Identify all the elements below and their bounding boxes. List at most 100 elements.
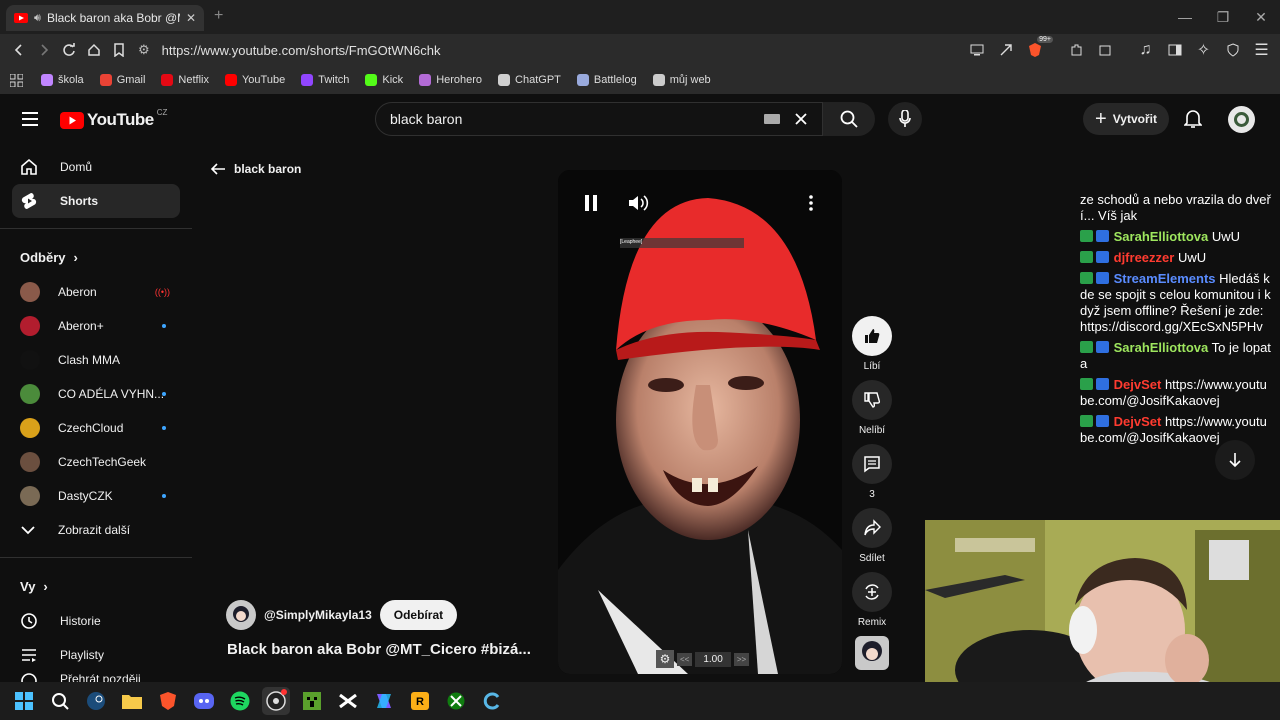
pause-icon[interactable] (584, 195, 598, 211)
hamburger-menu-icon[interactable] (22, 112, 38, 126)
chat-username[interactable]: SarahElliottova (1114, 340, 1209, 355)
sidebar-channel-item[interactable]: CzechTechGeek (0, 445, 192, 479)
extensions-icon[interactable] (1063, 38, 1088, 62)
brave-icon[interactable] (154, 687, 182, 715)
notifications-bell-icon[interactable] (1184, 109, 1202, 129)
brave-shield-icon[interactable]: 99+ (1022, 36, 1053, 62)
bookmark-item[interactable]: Netflix (161, 74, 209, 86)
file-explorer-icon[interactable] (118, 687, 146, 715)
url-field[interactable]: ⚙︎ https://www.youtube.com/shorts/FmGOtW… (138, 38, 978, 62)
obs-icon[interactable] (262, 687, 290, 715)
dislike-button[interactable]: Nelíbí (850, 380, 894, 436)
share-button[interactable]: Sdílet (850, 508, 894, 564)
restore-icon[interactable]: ❐ (1204, 0, 1242, 34)
subscribe-button[interactable]: Odebírat (379, 600, 458, 630)
bookmark-item[interactable]: ChatGPT (498, 74, 561, 86)
like-button[interactable]: Líbí (850, 316, 894, 372)
channel-name[interactable]: @SimplyMikayla13 (264, 608, 372, 622)
bookmark-item[interactable]: Twitch (301, 74, 349, 86)
sidebar-item-home[interactable]: Domů (0, 150, 192, 184)
volume-icon[interactable] (628, 194, 650, 212)
plus-icon: + (1095, 108, 1107, 130)
minecraft-icon[interactable] (298, 687, 326, 715)
bookmark-icon[interactable] (106, 38, 131, 62)
minimize-icon[interactable]: — (1166, 0, 1204, 34)
wallet-icon[interactable] (1092, 38, 1117, 62)
bookmark-favicon-icon (161, 74, 174, 86)
windows-start-icon[interactable] (10, 687, 38, 715)
close-window-icon[interactable]: ✕ (1242, 0, 1280, 34)
leo-ai-icon[interactable]: ✧ (1191, 38, 1216, 62)
sidebar-channel-item[interactable]: CzechCloud (0, 411, 192, 445)
chat-username[interactable]: DejvSet (1114, 414, 1162, 429)
bookmark-item[interactable]: YouTube (224, 74, 285, 86)
capcut-icon[interactable] (334, 687, 362, 715)
copilot-icon[interactable] (370, 687, 398, 715)
cast-icon[interactable] (964, 38, 989, 62)
speed-up-button[interactable]: >> (733, 652, 750, 666)
sidebar-channel-item[interactable]: CO ADÉLA VYHN... (0, 377, 192, 411)
subscriptions-heading[interactable]: Odběry › (0, 239, 192, 275)
discord-icon[interactable] (190, 687, 218, 715)
bookmark-item[interactable]: Herohero (419, 74, 482, 86)
vpn-icon[interactable] (1220, 38, 1245, 62)
create-button[interactable]: + Vytvořit (1083, 103, 1169, 135)
browser-tab[interactable]: 🔊︎ Black baron aka Bobr @MT_C ✕ (6, 5, 204, 31)
chat-username[interactable]: StreamElements (1114, 271, 1216, 286)
speed-down-button[interactable]: << (677, 652, 693, 666)
rockstar-icon[interactable]: R (406, 687, 434, 715)
show-more-button[interactable]: Zobrazit další (0, 513, 192, 547)
sidebar-item-history[interactable]: Historie (0, 604, 192, 638)
more-options-icon[interactable] (809, 195, 813, 211)
search-input[interactable]: black baron (375, 102, 823, 136)
you-heading[interactable]: Vy › (0, 568, 192, 604)
bookmark-item[interactable]: škola (41, 74, 84, 86)
spotify-icon[interactable] (226, 687, 254, 715)
search-icon[interactable] (46, 687, 74, 715)
media-icon[interactable]: ♫ (1133, 38, 1158, 62)
clear-search-icon[interactable] (794, 112, 808, 126)
sidebar-item-playlists[interactable]: Playlisty (0, 638, 192, 672)
remix-button[interactable]: Remix (850, 572, 894, 628)
site-info-icon[interactable]: ⚙︎ (138, 42, 150, 58)
chat-username[interactable]: djfreezzer (1114, 250, 1175, 265)
bookmark-item[interactable]: můj web (652, 74, 711, 86)
back-icon[interactable] (6, 38, 31, 62)
chat-username[interactable]: DejvSet (1114, 377, 1162, 392)
youtube-logo[interactable]: YouTube CZ (60, 108, 167, 130)
xbox-icon[interactable] (442, 687, 470, 715)
scroll-down-icon[interactable] (1215, 440, 1255, 480)
keyboard-icon[interactable] (764, 114, 780, 124)
apps-grid-icon[interactable] (10, 73, 23, 87)
ccleaner-icon[interactable] (478, 687, 506, 715)
back-to-search[interactable]: black baron (210, 162, 301, 176)
forward-icon[interactable] (31, 38, 56, 62)
bookmark-item[interactable]: Gmail (99, 74, 145, 86)
sidebar-item-shorts[interactable]: Shorts (12, 184, 180, 218)
short-video-player[interactable]: [Leaphee] ⚙︎ << 1.00 >> (558, 170, 842, 674)
chat-username[interactable]: SarahElliottova (1114, 229, 1209, 244)
bookmark-label: Twitch (318, 74, 350, 86)
new-tab-icon[interactable]: + (214, 7, 223, 25)
comments-button[interactable]: 3 (850, 444, 894, 500)
channel-avatar[interactable] (226, 600, 256, 630)
channel-name: Aberon (58, 285, 97, 299)
sidebar-channel-item[interactable]: Aberon ((•)) (0, 275, 192, 309)
share-page-icon[interactable] (993, 38, 1018, 62)
sound-thumbnail[interactable] (855, 636, 889, 670)
sidebar-toggle-icon[interactable] (1162, 38, 1187, 62)
sidebar-channel-item[interactable]: Clash MMA (0, 343, 192, 377)
bookmark-item[interactable]: Kick (365, 74, 403, 86)
steam-icon[interactable] (82, 687, 110, 715)
sidebar-channel-item[interactable]: DastyCZK (0, 479, 192, 513)
settings-gear-icon[interactable]: ⚙︎ (656, 650, 674, 668)
search-button[interactable] (823, 102, 875, 136)
home-icon[interactable] (81, 38, 106, 62)
reload-icon[interactable] (56, 38, 81, 62)
voice-search-button[interactable] (888, 102, 922, 136)
account-avatar[interactable] (1228, 106, 1255, 133)
bookmark-item[interactable]: Battlelog (576, 74, 637, 86)
sidebar-channel-item[interactable]: Aberon+ (0, 309, 192, 343)
close-tab-icon[interactable]: ✕ (186, 11, 196, 25)
menu-icon[interactable]: ☰ (1249, 38, 1274, 62)
